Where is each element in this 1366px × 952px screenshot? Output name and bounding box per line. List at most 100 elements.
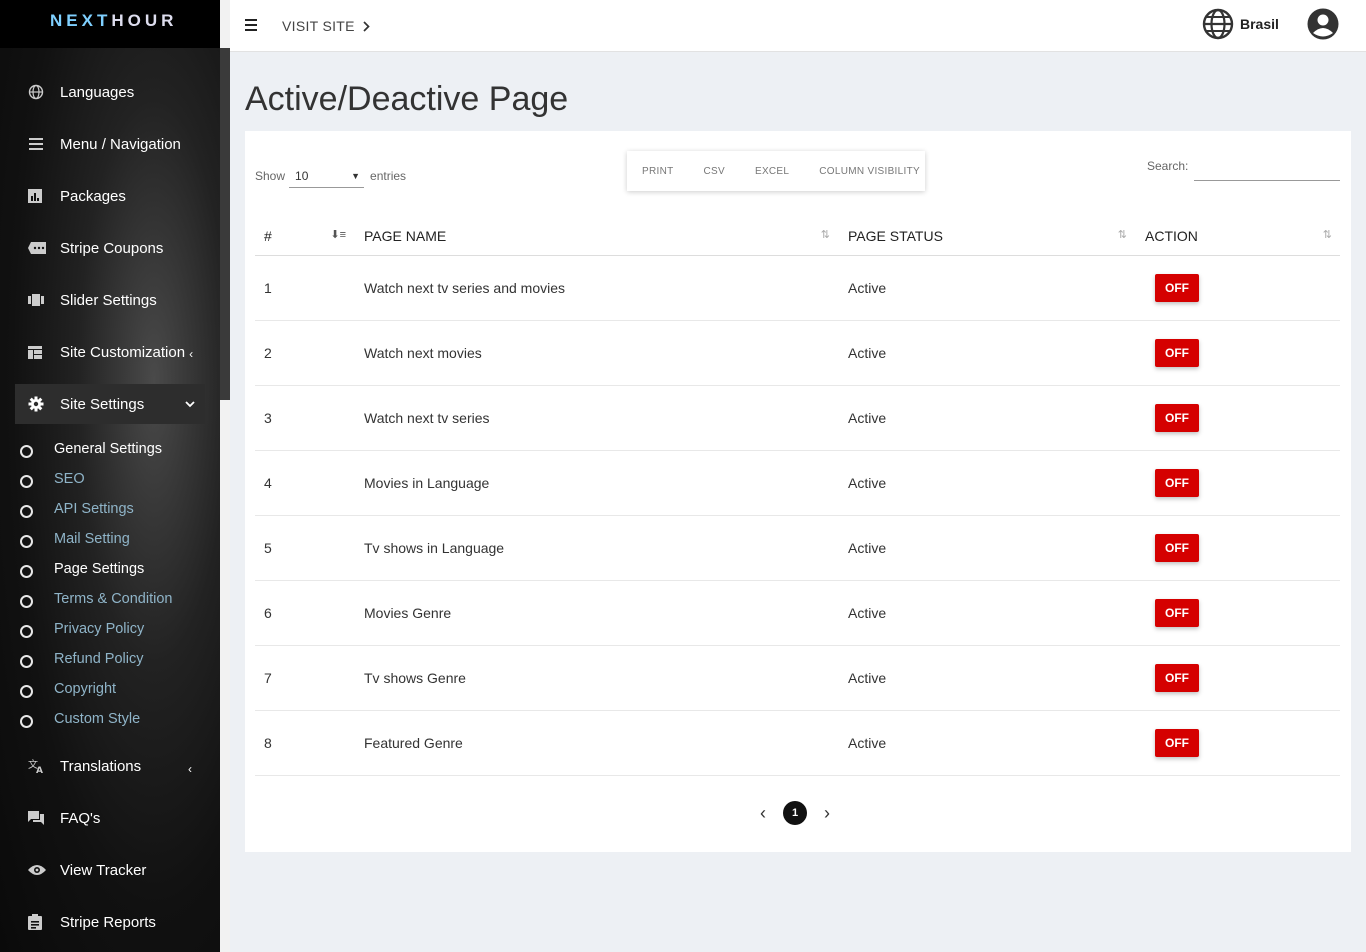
- sidebar-sub-label: Privacy Policy: [54, 621, 145, 637]
- sidebar-item-label: FAQ's: [60, 809, 101, 827]
- sidebar-sub-label: Page Settings: [54, 561, 145, 577]
- toggle-off-button[interactable]: OFF: [1155, 469, 1199, 497]
- language-label: Brasil: [1240, 16, 1279, 32]
- page-title: Active/Deactive Page: [245, 80, 569, 118]
- row-page-status: Active: [848, 605, 887, 621]
- scrollbar-thumb[interactable]: [220, 48, 230, 400]
- sidebar-sub-general-settings[interactable]: General Settings: [20, 437, 220, 461]
- sidebar-sub-label: Custom Style: [54, 711, 141, 727]
- toggle-off-button[interactable]: OFF: [1155, 534, 1199, 562]
- row-number: 8: [264, 735, 272, 751]
- column-visibility-button[interactable]: COLUMN VISIBILITY: [819, 166, 920, 177]
- sidebar-item-label: Packages: [60, 187, 126, 205]
- row-page-status: Active: [848, 345, 887, 361]
- row-page-name: Watch next movies: [364, 345, 482, 361]
- sidebar-item-menu-navigation[interactable]: Menu / Navigation: [15, 124, 205, 164]
- header-label: PAGE STATUS: [848, 227, 943, 244]
- gear-icon: [15, 396, 60, 412]
- entries-select[interactable]: 10 ▼: [289, 164, 365, 188]
- circle-icon: [20, 624, 33, 638]
- column-header-page-name[interactable]: PAGE NAME ⇅: [354, 216, 838, 256]
- table-search: Search:: [1147, 159, 1341, 181]
- row-page-name: Watch next tv series and movies: [364, 280, 566, 296]
- user-avatar[interactable]: [1306, 7, 1340, 46]
- row-page-status: Active: [848, 410, 887, 426]
- column-header-page-status[interactable]: PAGE STATUS ⇅: [838, 216, 1135, 256]
- sidebar-item-translations[interactable]: 文A Translations ‹: [15, 746, 205, 786]
- eye-icon: [15, 864, 60, 876]
- sidebar-sub-privacy-policy[interactable]: Privacy Policy: [20, 617, 220, 641]
- caret-down-icon: ▼: [351, 170, 361, 181]
- chevron-right-icon: [363, 21, 370, 32]
- sort-icon: ⇅: [820, 228, 830, 241]
- sidebar-item-languages[interactable]: Languages: [15, 72, 205, 112]
- sidebar-item-site-customization[interactable]: Site Customization ‹: [15, 332, 205, 372]
- csv-button[interactable]: CSV: [704, 166, 725, 177]
- sidebar-item-packages[interactable]: Packages: [15, 176, 205, 216]
- slider-icon: [15, 294, 60, 306]
- toggle-off-button[interactable]: OFF: [1155, 729, 1199, 757]
- sidebar-item-label: Languages: [60, 83, 135, 101]
- sidebar-sub-mail-setting[interactable]: Mail Setting: [20, 527, 220, 551]
- row-number: 1: [264, 280, 272, 296]
- table-row: 5 Tv shows in Language Active OFF: [255, 516, 1340, 581]
- toggle-off-button[interactable]: OFF: [1155, 664, 1199, 692]
- sidebar-sub-refund-policy[interactable]: Refund Policy: [20, 647, 220, 671]
- page-button-current[interactable]: 1: [783, 801, 807, 825]
- row-number: 2: [264, 345, 272, 361]
- sidebar-sub-terms-condition[interactable]: Terms & Condition: [20, 587, 220, 611]
- sidebar-sub-custom-style[interactable]: Custom Style: [20, 707, 220, 731]
- sidebar-sub-label: Refund Policy: [54, 651, 144, 667]
- row-page-status: Active: [848, 475, 887, 491]
- excel-button[interactable]: EXCEL: [755, 166, 789, 177]
- sidebar-item-site-settings[interactable]: Site Settings: [15, 384, 205, 424]
- language-switcher[interactable]: Brasil: [1202, 8, 1279, 40]
- sidebar-sub-api-settings[interactable]: API Settings: [20, 497, 220, 521]
- row-number: 5: [264, 540, 272, 556]
- sidebar-scrollbar[interactable]: [220, 0, 230, 952]
- column-header-number[interactable]: # ⬇≡: [255, 216, 354, 256]
- toggle-off-button[interactable]: OFF: [1155, 339, 1199, 367]
- row-page-name: Watch next tv series: [364, 410, 490, 426]
- next-page-button[interactable]: ›: [817, 803, 837, 824]
- toggle-off-button[interactable]: OFF: [1155, 404, 1199, 432]
- column-header-action[interactable]: ACTION ⇅: [1135, 216, 1340, 256]
- table-row: 4 Movies in Language Active OFF: [255, 451, 1340, 516]
- sort-icon: ⇅: [1322, 228, 1332, 241]
- circle-icon: [20, 594, 33, 608]
- globe-icon: [15, 84, 60, 100]
- sidebar-item-slider-settings[interactable]: Slider Settings: [15, 280, 205, 320]
- sidebar-item-stripe-reports[interactable]: Stripe Reports: [15, 902, 205, 942]
- table-row: 8 Featured Genre Active OFF: [255, 711, 1340, 776]
- sidebar-sub-label: Copyright: [54, 681, 117, 697]
- sidebar-sub-copyright[interactable]: Copyright: [20, 677, 220, 701]
- chevron-left-icon: ‹: [189, 347, 194, 361]
- prev-page-button[interactable]: ‹: [753, 803, 773, 824]
- row-page-name: Tv shows Genre: [364, 670, 466, 686]
- sidebar-sub-label: Mail Setting: [54, 531, 130, 547]
- ticket-icon: [15, 242, 60, 254]
- print-button[interactable]: PRINT: [642, 166, 674, 177]
- circle-icon: [20, 654, 33, 668]
- header-label: ACTION: [1145, 227, 1198, 244]
- circle-icon: [20, 714, 33, 728]
- sidebar-item-view-tracker[interactable]: View Tracker: [15, 850, 205, 890]
- brand-logo[interactable]: NEXTHOUR: [0, 0, 220, 48]
- toggle-off-button[interactable]: OFF: [1155, 599, 1199, 627]
- sidebar-item-label: Stripe Reports: [60, 913, 156, 931]
- sort-desc-icon: ⬇≡: [330, 228, 346, 241]
- sidebar-item-label: Slider Settings: [60, 291, 157, 309]
- sidebar-sub-page-settings[interactable]: Page Settings: [20, 557, 220, 581]
- circle-icon: [20, 534, 33, 548]
- sidebar-sub-seo[interactable]: SEO: [20, 467, 220, 491]
- hamburger-icon[interactable]: [245, 19, 257, 31]
- pagination: ‹ 1 ›: [753, 801, 837, 825]
- visit-site-link[interactable]: VISIT SITE: [282, 18, 370, 34]
- search-input[interactable]: [1194, 159, 1341, 181]
- header-label: #: [264, 227, 272, 244]
- sidebar-item-faqs[interactable]: FAQ's: [15, 798, 205, 838]
- sidebar-item-stripe-coupons[interactable]: Stripe Coupons: [15, 228, 205, 268]
- toggle-off-button[interactable]: OFF: [1155, 274, 1199, 302]
- row-page-status: Active: [848, 670, 887, 686]
- sidebar: NEXTHOUR Languages Menu / Navigation Pac…: [0, 0, 220, 952]
